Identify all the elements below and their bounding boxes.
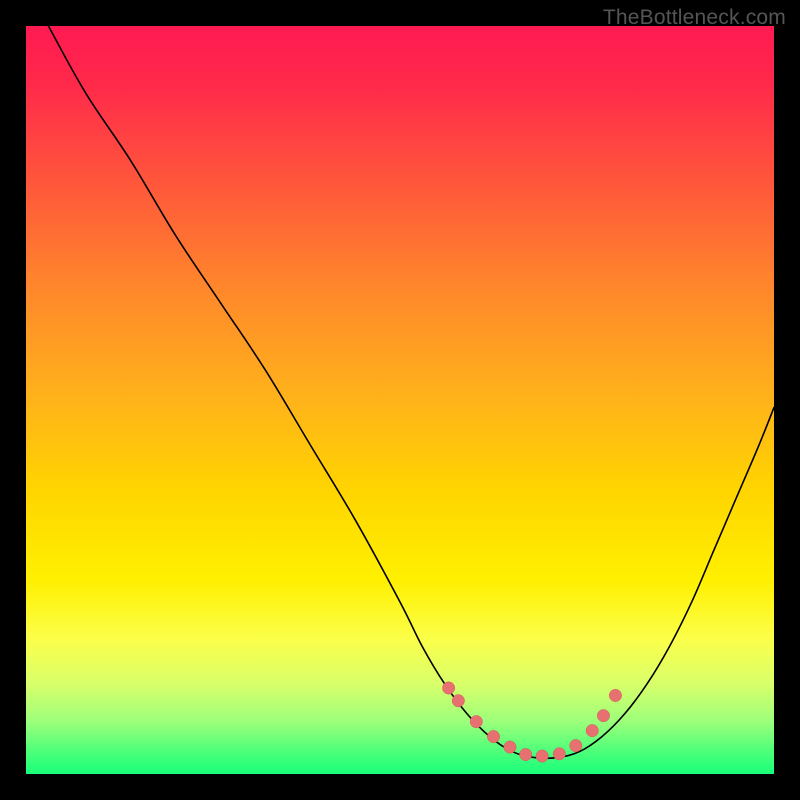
marker-dot	[452, 695, 464, 707]
marker-dot	[597, 709, 609, 721]
marker-dot	[609, 689, 621, 701]
marker-dot	[504, 741, 516, 753]
marker-dot	[570, 739, 582, 751]
marker-dot	[470, 715, 482, 727]
watermark-text: TheBottleneck.com	[603, 6, 786, 30]
bottleneck-curve	[48, 26, 774, 758]
chart-canvas	[26, 26, 774, 774]
marker-dots-group	[442, 682, 621, 762]
chart-svg	[26, 26, 774, 774]
marker-dot	[519, 748, 531, 760]
marker-dot	[536, 750, 548, 762]
marker-dot	[586, 724, 598, 736]
marker-dot	[442, 682, 454, 694]
marker-dot	[553, 748, 565, 760]
marker-dot	[487, 730, 499, 742]
